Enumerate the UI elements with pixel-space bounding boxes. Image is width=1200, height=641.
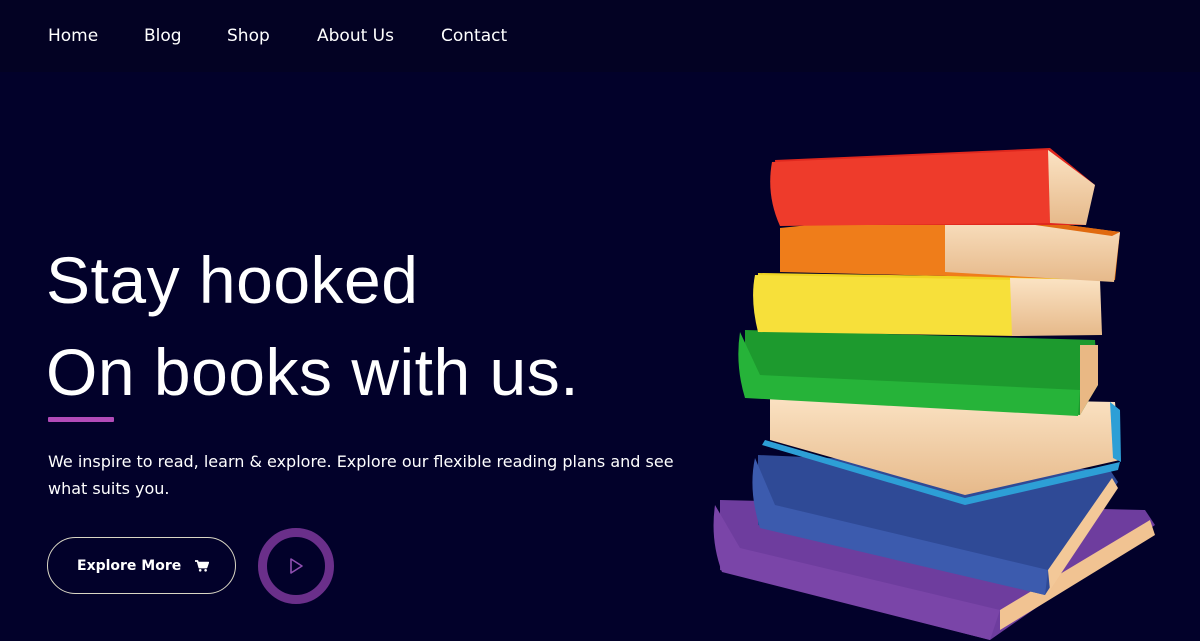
accent-divider xyxy=(48,417,114,422)
cart-icon xyxy=(195,559,210,572)
play-video-button[interactable] xyxy=(258,528,334,604)
nav-link-blog[interactable]: Blog xyxy=(144,24,182,48)
book-red xyxy=(770,148,1095,226)
explore-more-button[interactable]: Explore More xyxy=(47,537,236,594)
hero-title-line-1: Stay hooked xyxy=(46,243,419,317)
hero-title-line-2: On books with us. xyxy=(46,335,580,409)
nav-link-contact[interactable]: Contact xyxy=(441,24,507,48)
book-stack-illustration xyxy=(713,148,1155,640)
hero-description: We inspire to read, learn & explore. Exp… xyxy=(48,452,674,498)
nav-link-home[interactable]: Home xyxy=(48,24,98,48)
nav-link-about-us[interactable]: About Us xyxy=(317,24,394,48)
book-yellow xyxy=(753,273,1102,336)
play-icon xyxy=(290,558,303,574)
hero-title: Stay hooked On books with us. xyxy=(46,234,579,418)
top-navigation: Home Blog Shop About Us Contact xyxy=(0,0,1200,72)
nav-link-shop[interactable]: Shop xyxy=(227,24,270,48)
explore-more-label: Explore More xyxy=(77,557,182,574)
